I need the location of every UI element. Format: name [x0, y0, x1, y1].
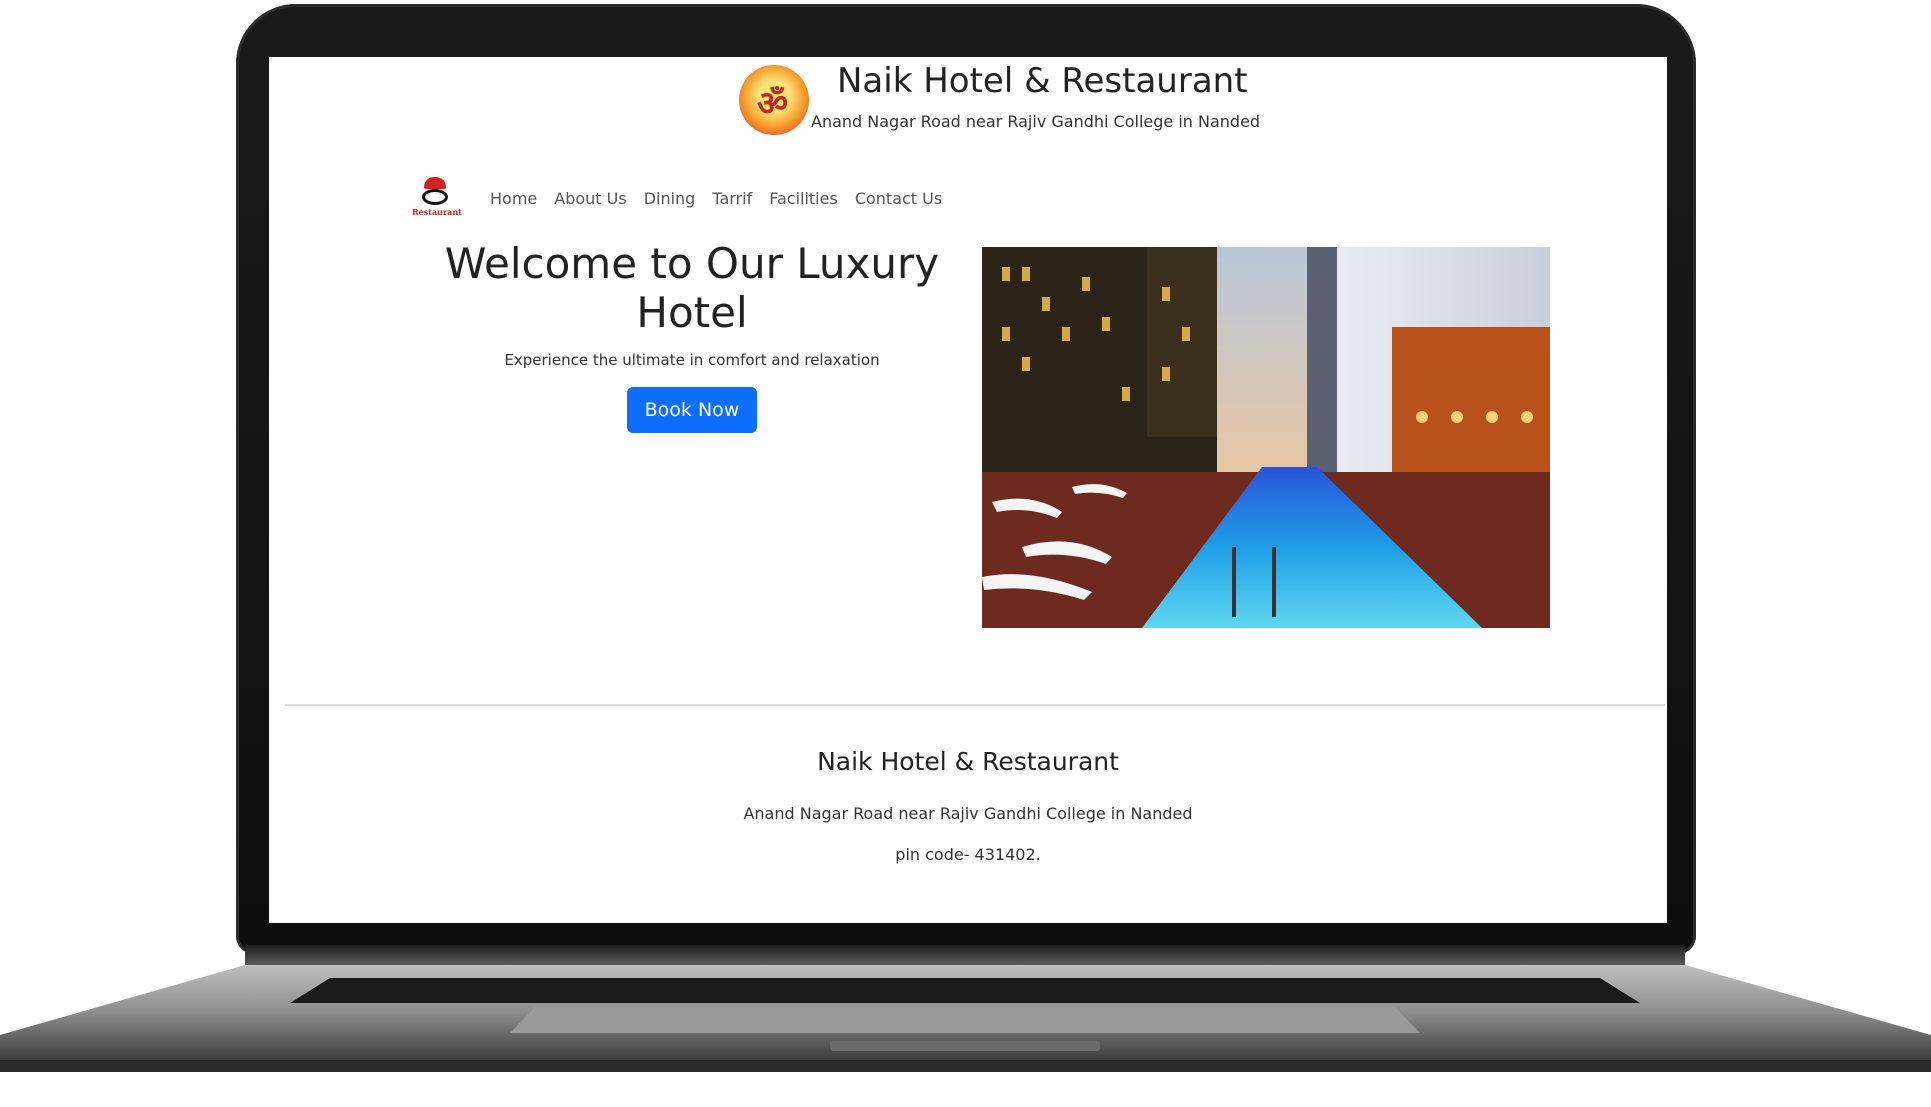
- site-title: Naik Hotel & Restaurant: [837, 61, 1248, 101]
- laptop-base: [0, 945, 1931, 1085]
- chef-hat-icon: [424, 177, 446, 189]
- nav-links: Home About Us Dining Tarrif Facilities C…: [490, 189, 942, 208]
- footer-pincode: pin code- 431402.: [895, 845, 1041, 864]
- browser-viewport: ॐ Naik Hotel & Restaurant Anand Nagar Ro…: [269, 57, 1667, 923]
- nav-link-contact-us[interactable]: Contact Us: [855, 189, 942, 208]
- hero-title: Welcome to Our Luxury Hotel: [444, 239, 940, 337]
- section-divider: [285, 704, 1665, 706]
- nav-link-facilities[interactable]: Facilities: [769, 189, 838, 208]
- hero-subtitle: Experience the ultimate in comfort and r…: [504, 351, 880, 369]
- site-address: Anand Nagar Road near Rajiv Gandhi Colle…: [811, 112, 1261, 131]
- ganesha-icon: ॐ: [757, 84, 789, 124]
- restaurant-logo[interactable]: Restaurant: [412, 175, 462, 223]
- laptop-mockup: ॐ Naik Hotel & Restaurant Anand Nagar Ro…: [0, 0, 1931, 1107]
- nav-link-about-us[interactable]: About Us: [554, 189, 626, 208]
- footer-address: Anand Nagar Road near Rajiv Gandhi Colle…: [743, 804, 1193, 823]
- site-footer: Naik Hotel & Restaurant Anand Nagar Road…: [269, 747, 1667, 864]
- brand-logo: ॐ: [739, 65, 809, 135]
- plate-icon: [422, 189, 448, 205]
- hero-section: Welcome to Our Luxury Hotel Experience t…: [412, 239, 972, 433]
- nav-link-home[interactable]: Home: [490, 189, 537, 208]
- hotel-pool-image: [982, 247, 1550, 628]
- restaurant-logo-text: Restaurant: [412, 207, 462, 217]
- nav-link-dining[interactable]: Dining: [644, 189, 696, 208]
- footer-title: Naik Hotel & Restaurant: [817, 747, 1119, 776]
- main-navbar: Restaurant Home About Us Dining Tarrif F…: [412, 175, 1112, 225]
- nav-link-tarrif[interactable]: Tarrif: [712, 189, 752, 208]
- site-header: ॐ Naik Hotel & Restaurant Anand Nagar Ro…: [269, 57, 1667, 157]
- book-now-button[interactable]: Book Now: [626, 387, 758, 433]
